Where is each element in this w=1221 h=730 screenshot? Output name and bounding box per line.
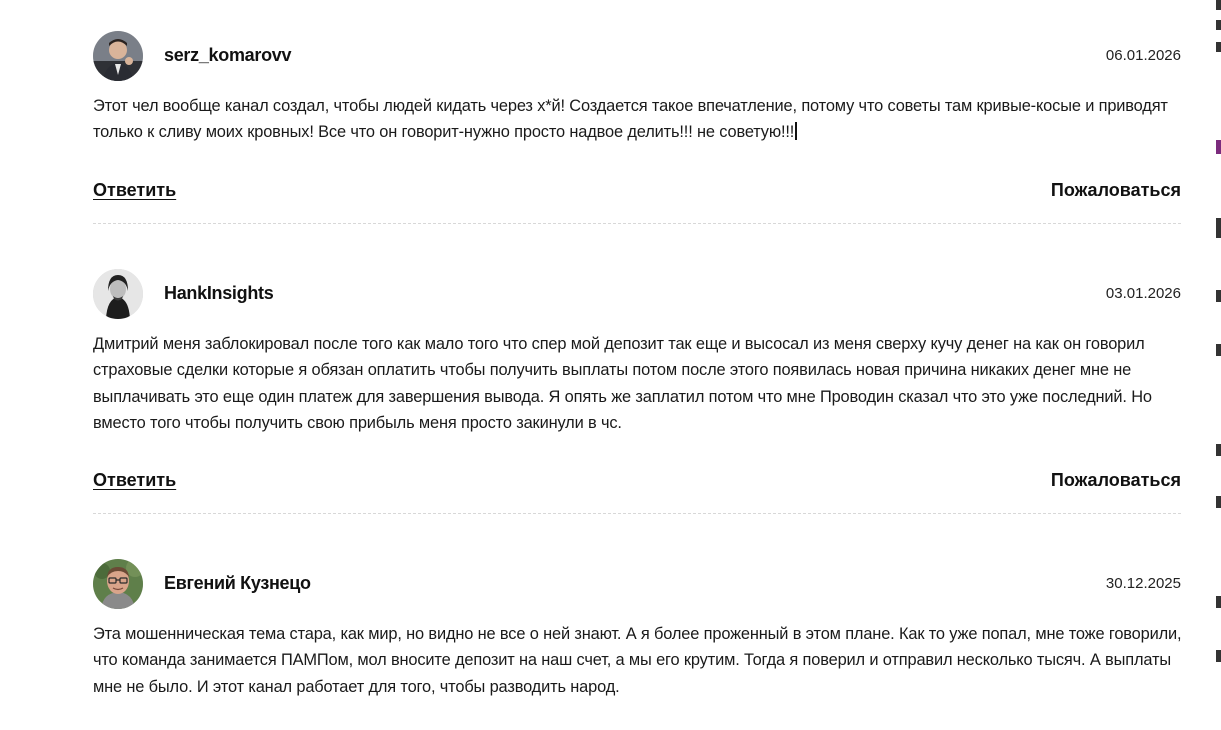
sidebar-fragment: [1216, 496, 1221, 508]
comment-date: 03.01.2026: [1105, 285, 1181, 302]
comment-author: HankInsights: [164, 283, 274, 303]
sidebar-fragment: [1216, 42, 1221, 52]
comment-date: 30.12.2025: [1105, 575, 1181, 592]
comment-header: HankInsights 03.01.2026: [93, 269, 1181, 321]
comment-item: Евгений Кузнецо 30.12.2025 Эта мошенниче…: [93, 559, 1182, 696]
text-cursor: [795, 122, 797, 141]
comment-actions: Ответить Пожаловаться: [93, 180, 1181, 204]
sidebar-fragment: [1216, 0, 1221, 10]
comment-divider: [93, 223, 1181, 224]
report-link[interactable]: Пожаловаться: [1051, 470, 1181, 491]
comment-divider: [93, 513, 1181, 514]
reply-link[interactable]: Ответить: [93, 180, 176, 201]
sidebar-fragment: [1216, 596, 1221, 608]
sidebar-fragment: [1216, 218, 1221, 238]
avatar[interactable]: [93, 31, 143, 81]
comment-header: serz_komarovv 06.01.2026: [93, 31, 1181, 83]
sidebar-fragment: [1216, 20, 1221, 30]
avatar[interactable]: [93, 559, 143, 609]
comment-date: 06.01.2026: [1105, 47, 1181, 64]
comment-item: HankInsights 03.01.2026 Дмитрий меня заб…: [93, 269, 1181, 514]
sidebar-fragment: [1216, 290, 1221, 302]
sidebar-fragment: [1216, 344, 1221, 356]
comment-author: Евгений Кузнецо: [164, 573, 311, 593]
comment-text: Дмитрий меня заблокировал после того как…: [93, 335, 1152, 432]
comment-text-body: Этот чел вообще канал создал, чтобы люде…: [93, 97, 1168, 142]
comment-author: serz_komarovv: [164, 45, 292, 65]
avatar[interactable]: [93, 269, 143, 319]
comment-header: Евгений Кузнецо 30.12.2025: [93, 559, 1181, 611]
sidebar-fragment: [1216, 650, 1221, 662]
report-link[interactable]: Пожаловаться: [1051, 180, 1181, 201]
comment-actions: Ответить Пожаловаться: [93, 470, 1181, 494]
comment-text: Этот чел вообще канал создал, чтобы люде…: [93, 93, 1185, 146]
sidebar-edge: [1216, 0, 1221, 730]
sidebar-fragment: [1216, 444, 1221, 456]
sidebar-fragment: [1216, 140, 1221, 154]
comment-text: Эта мошенническая тема стара, как мир, н…: [93, 625, 1182, 696]
comment-item: serz_komarovv 06.01.2026 Этот чел вообще…: [93, 31, 1181, 224]
reply-link[interactable]: Ответить: [93, 470, 176, 491]
